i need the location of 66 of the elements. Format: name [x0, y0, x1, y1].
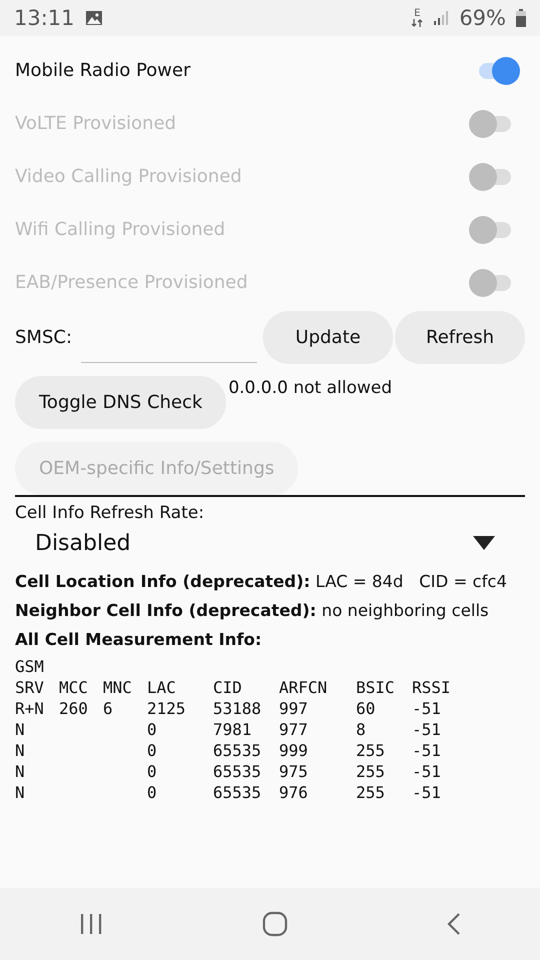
- table-cell-text: 997: [279, 698, 309, 719]
- table-cell-text: 255: [356, 782, 386, 803]
- technology-label: GSM: [15, 656, 45, 677]
- setting-label: Wifi Calling Provisioned: [15, 219, 226, 240]
- clock: 13:11: [14, 6, 75, 30]
- table-cell-text: 999: [279, 740, 309, 761]
- table-cell-text: 975: [279, 761, 309, 782]
- table-cell-text: N: [15, 761, 26, 782]
- dropdown-arrow-icon: [473, 536, 495, 550]
- setting-label: Mobile Radio Power: [15, 60, 192, 81]
- column-header: RSSI: [412, 677, 452, 698]
- picture-icon: [84, 10, 103, 26]
- recent-apps-icon[interactable]: [79, 913, 104, 935]
- table-cell-text: 65535: [213, 740, 262, 761]
- toggle-dns-button[interactable]: Toggle DNS Check: [15, 376, 226, 429]
- table-cell-text: -51: [412, 782, 442, 803]
- column-header: SRV: [15, 677, 45, 698]
- setting-label: VoLTE Provisioned: [15, 113, 178, 134]
- table-cell-text: 977: [279, 719, 309, 740]
- network-type-indicator: E: [411, 9, 424, 27]
- column-header: CID: [213, 677, 243, 698]
- update-button[interactable]: Update: [263, 311, 393, 364]
- table-cell-text: N: [15, 782, 26, 803]
- table-cell-text: 7981: [213, 719, 253, 740]
- column-header: MNC: [103, 677, 133, 698]
- battery-icon: [516, 9, 526, 27]
- back-icon[interactable]: [446, 912, 461, 936]
- column-header: BSIC: [356, 677, 396, 698]
- table-cell-text: 0: [147, 719, 158, 740]
- table-cell-text: 6: [103, 698, 114, 719]
- setting-label: Video Calling Provisioned: [15, 166, 243, 187]
- table-cell-text: 0: [147, 740, 158, 761]
- table-cell-text: 65535: [213, 782, 262, 803]
- table-cell-text: 8: [356, 719, 367, 740]
- table-cell-text: 260: [59, 698, 89, 719]
- refresh-button[interactable]: Refresh: [395, 311, 525, 364]
- table-cell-text: 53188: [213, 698, 262, 719]
- table-cell-text: 0: [147, 782, 158, 803]
- table-cell-text: R+N: [15, 698, 45, 719]
- info-line: Neighbor Cell Info (deprecated): no neighboring cells: [15, 600, 490, 622]
- setting-label: EAB/Presence Provisioned: [15, 272, 249, 293]
- table-cell-text: -51: [412, 740, 442, 761]
- battery-percentage: 69%: [459, 6, 506, 30]
- table-cell-text: 2125: [147, 698, 187, 719]
- table-cell-text: 976: [279, 782, 309, 803]
- table-cell-text: N: [15, 740, 26, 761]
- refresh-rate-dropdown[interactable]: Disabled: [15, 523, 525, 563]
- table-cell-text: -51: [412, 698, 442, 719]
- column-header: LAC: [147, 677, 177, 698]
- table-cell-text: -51: [412, 719, 442, 740]
- table-cell-text: -51: [412, 761, 442, 782]
- table-cell-text: 60: [356, 698, 376, 719]
- table-cell-text: 255: [356, 740, 386, 761]
- smsc-label: SMSC:: [15, 327, 74, 348]
- signal-icon: [433, 10, 450, 26]
- info-line: Cell Location Info (deprecated): LAC = 84d CID = cfc4: [15, 571, 508, 593]
- home-icon[interactable]: [262, 911, 288, 937]
- column-header: ARFCN: [279, 677, 328, 698]
- column-header: MCC: [59, 677, 89, 698]
- info-line: All Cell Measurement Info:: [15, 629, 263, 651]
- table-cell-text: 0: [147, 761, 158, 782]
- table-cell-text: 255: [356, 761, 386, 782]
- table-cell-text: N: [15, 719, 26, 740]
- refresh-rate-label: Cell Info Refresh Rate:: [15, 503, 206, 523]
- dns-status: 0.0.0.0 not allowed: [228, 378, 392, 398]
- table-cell-text: 65535: [213, 761, 262, 782]
